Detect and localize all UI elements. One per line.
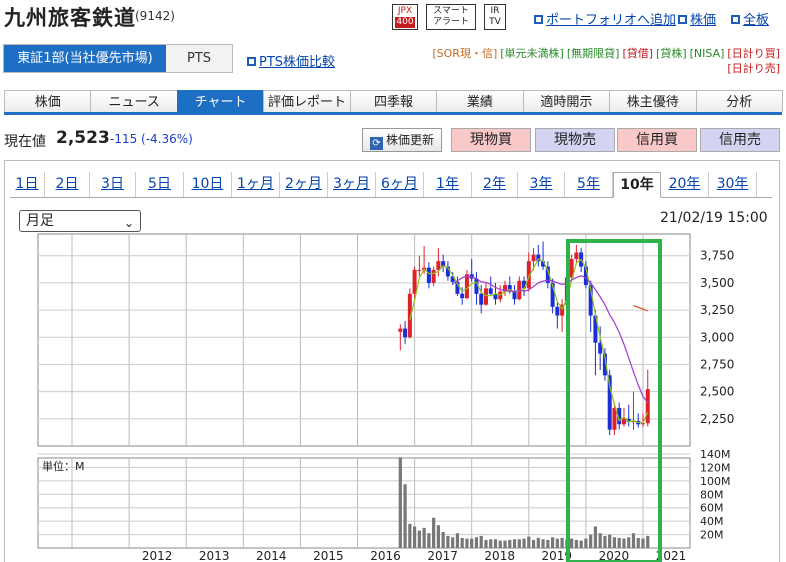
- page-title: 九州旅客鉄道: [4, 6, 136, 30]
- nav-tab-5[interactable]: 業績: [436, 90, 524, 112]
- period-tab-14[interactable]: 20年: [661, 172, 709, 197]
- period-tab-13[interactable]: 10年: [613, 172, 661, 198]
- period-tab-15[interactable]: 30年: [709, 172, 757, 197]
- tag-odd-lot: [単元未満株]: [500, 47, 564, 60]
- period-tab-3[interactable]: 5日: [136, 172, 184, 197]
- window-icon: [731, 15, 740, 24]
- nav-tab-1[interactable]: ニュース: [90, 90, 178, 112]
- nav-tab-4[interactable]: 四季報: [349, 90, 438, 112]
- portfolio-link[interactable]: ポートフォリオへ追加: [534, 9, 676, 28]
- jpx400-icon[interactable]: JPX 400: [392, 4, 418, 30]
- nav-tab-3[interactable]: 評価レポート: [263, 90, 351, 112]
- ir-tv-line2: TV: [489, 17, 501, 27]
- market-tabs: 東証1部(当社優先市場) PTS: [3, 44, 233, 73]
- period-tab-4[interactable]: 10日: [184, 172, 232, 197]
- spot-buy-button[interactable]: 現物買: [451, 128, 531, 152]
- price-label: 現在値: [4, 134, 46, 150]
- trade-tags: [SOR現・信] [単元未満株] [無期限貸] [貸借] [貸株] [NISA] [日計り買…: [400, 46, 780, 76]
- tag-unlimited: [無期限貸]: [566, 47, 620, 60]
- main-nav: 株価 ニュース チャート 評価レポート 四季報 業績 適時開示 株主優待 分析: [4, 90, 783, 115]
- period-tab-2[interactable]: 3日: [90, 172, 136, 197]
- jpx400-line2: 400: [395, 17, 415, 28]
- period-tabs: 1日 2日 3日 5日 10日 1ヶ月 2ヶ月 3ヶ月 6ヶ月 1年 2年 3年 5年 10年 20年 30年: [10, 172, 772, 198]
- pts-compare-label: PTS株価比較: [259, 55, 336, 70]
- chart-datetime: 21/02/19 15:00: [660, 210, 768, 226]
- period-tab-5[interactable]: 1ヶ月: [232, 172, 280, 197]
- smart-alert-line2: アラート: [432, 17, 469, 27]
- period-tab-0[interactable]: 1日: [10, 172, 45, 197]
- nav-tab-2[interactable]: チャート: [176, 90, 265, 112]
- smart-alert-line1: スマート: [433, 6, 469, 16]
- period-tab-8[interactable]: 6ヶ月: [376, 172, 424, 197]
- spot-sell-button[interactable]: 現物売: [535, 128, 615, 152]
- period-tab-12[interactable]: 5年: [565, 172, 613, 197]
- window-icon: [247, 57, 256, 66]
- stock-label: 株価: [690, 13, 717, 28]
- market-tab-primary[interactable]: 東証1部(当社優先市場): [4, 45, 166, 72]
- tag-day-sell: [日計り売]: [727, 62, 780, 75]
- nav-tab-0[interactable]: 株価: [4, 90, 92, 112]
- market-tab-pts[interactable]: PTS: [166, 45, 232, 72]
- stock-link[interactable]: 株価: [678, 9, 716, 28]
- nav-tab-7[interactable]: 株主優待: [609, 90, 697, 112]
- period-tab-9[interactable]: 1年: [424, 172, 472, 197]
- refresh-button[interactable]: ⟳ 株価更新: [362, 128, 442, 152]
- portfolio-label: ポートフォリオへ追加: [546, 13, 677, 28]
- refresh-icon: ⟳: [369, 137, 383, 150]
- window-icon: [678, 15, 687, 24]
- price-change: -115 (-4.36%): [110, 132, 193, 146]
- period-tab-6[interactable]: 2ヶ月: [280, 172, 328, 197]
- margin-sell-button[interactable]: 信用売: [700, 128, 780, 152]
- interval-value: 月足: [26, 213, 54, 229]
- period-tab-11[interactable]: 3年: [518, 172, 565, 197]
- portfolio-icon: [534, 15, 543, 24]
- tag-day-buy: [日計り買]: [727, 47, 780, 60]
- ir-tv-line1: IR: [490, 6, 500, 16]
- stock-code: (9142): [135, 9, 175, 23]
- ir-tv-icon[interactable]: IR TV: [484, 4, 506, 30]
- tag-stock-lending: [貸株]: [656, 47, 687, 60]
- board-label: 全板: [743, 13, 770, 28]
- tag-sor: [SOR現・信]: [432, 47, 498, 60]
- chevron-down-icon: ⌄: [123, 216, 134, 230]
- nav-tab-8[interactable]: 分析: [695, 90, 783, 112]
- refresh-label: 株価更新: [385, 133, 434, 147]
- nav-tab-6[interactable]: 適時開示: [522, 90, 611, 112]
- tag-lending: [貸借]: [622, 47, 654, 60]
- period-tab-10[interactable]: 2年: [472, 172, 518, 197]
- smart-alert-icon[interactable]: スマート アラート: [426, 4, 476, 30]
- tag-nisa: [NISA]: [689, 47, 725, 60]
- margin-buy-button[interactable]: 信用買: [617, 128, 697, 152]
- current-price: 2,523: [56, 128, 110, 148]
- interval-select[interactable]: 月足 ⌄: [19, 210, 141, 232]
- board-link[interactable]: 全板: [731, 9, 769, 28]
- period-tab-1[interactable]: 2日: [45, 172, 90, 197]
- period-tab-7[interactable]: 3ヶ月: [328, 172, 376, 197]
- jpx400-line1: JPX: [397, 6, 413, 16]
- pts-compare-link[interactable]: PTS株価比較: [247, 51, 335, 70]
